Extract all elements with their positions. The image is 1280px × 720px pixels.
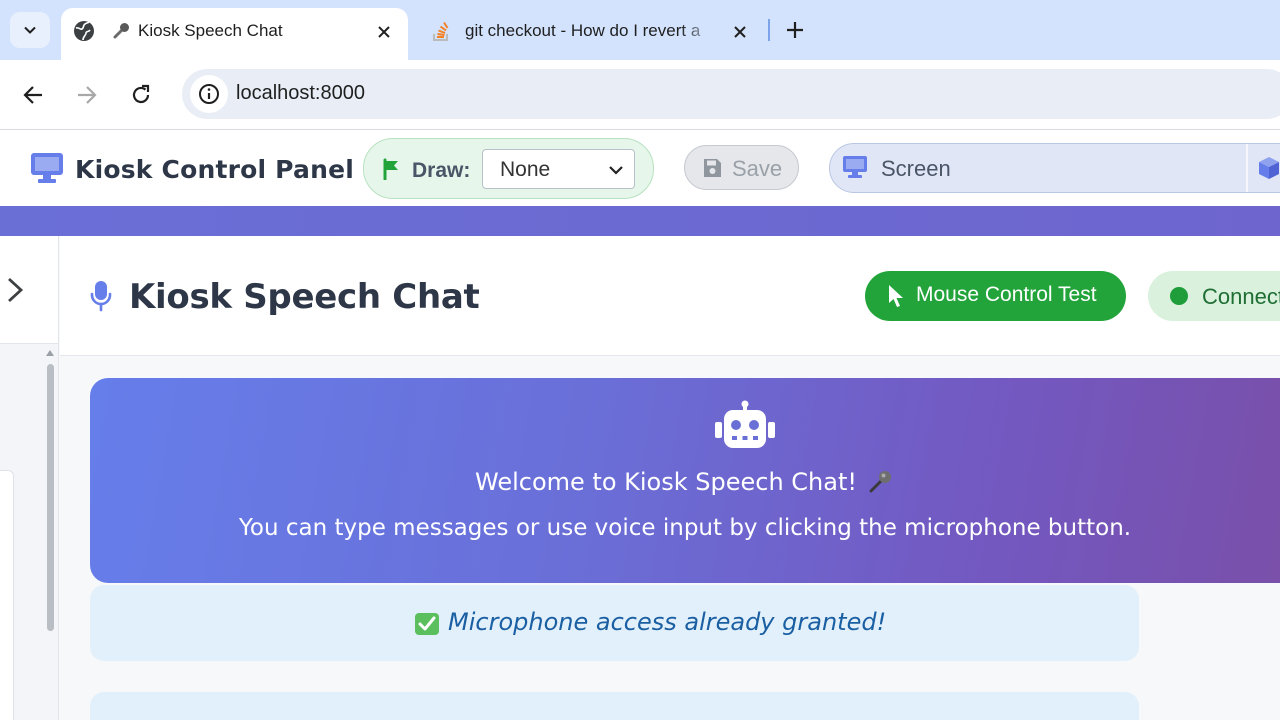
monitor-icon [843,156,867,178]
sidebar-panel [0,470,14,720]
reload-button[interactable] [128,82,154,108]
connection-status-label: Connect [1202,284,1280,309]
back-button[interactable] [20,82,46,108]
chat-main: Kiosk Speech Chat Mouse Control Test Con… [60,236,1280,720]
header-gradient-band [0,206,1280,236]
chat-title: Kiosk Speech Chat [129,277,480,317]
site-info-button[interactable] [190,75,228,113]
welcome-title: Welcome to Kiosk Speech Chat! [90,468,1280,496]
desktop-icon [31,153,63,183]
tab-search-button[interactable] [10,12,50,48]
draw-mode-value: None [500,158,551,181]
mouse-control-test-label: Mouse Control Test [916,283,1097,306]
close-tab-button[interactable] [372,20,396,44]
mouse-control-test-button[interactable]: Mouse Control Test [865,271,1126,321]
save-label: Save [732,156,783,181]
reload-icon [132,84,150,104]
microphone-status-message: Microphone access already granted! [90,585,1139,661]
microphone-status-text: Microphone access already granted! [448,608,887,636]
draw-label: Draw: [412,159,471,182]
robot-icon [715,400,775,448]
arrow-left-icon [23,86,42,104]
chevron-down-icon [609,166,623,175]
tab-separator [768,19,770,41]
tab-kiosk-speech-chat[interactable]: Kiosk Speech Chat [61,8,408,60]
address-bar[interactable]: localhost:8000 [182,69,1280,119]
connection-status-badge: Connect [1148,271,1280,321]
app-header: Kiosk Control Panel Draw: None Save Scre… [0,130,1280,206]
sidebar [0,236,59,720]
arrow-right-icon [78,86,97,104]
microphone-icon [869,471,891,493]
welcome-text: You can type messages or use voice input… [238,515,1132,541]
chevron-down-icon [24,26,36,34]
chat-header: Kiosk Speech Chat Mouse Control Test Con… [60,236,1280,356]
scroll-up-arrow-icon[interactable] [46,350,54,356]
cube-icon[interactable] [1258,156,1280,180]
welcome-message: Welcome to Kiosk Speech Chat! You can ty… [90,378,1280,583]
draw-shape-icon [383,158,398,180]
sidebar-scrollbar[interactable] [43,346,57,720]
welcome-title-text: Welcome to Kiosk Speech Chat! [475,468,857,496]
check-mark-icon [415,613,439,635]
new-tab-button[interactable] [782,17,808,43]
plus-icon [787,22,803,38]
microphone-icon [113,23,129,39]
close-tab-button[interactable] [728,20,752,44]
info-icon [199,84,219,104]
tab-title: Kiosk Speech Chat [138,21,283,40]
floppy-disk-icon [704,159,721,177]
forward-button[interactable] [74,82,100,108]
draw-mode-select[interactable]: None [482,149,635,189]
save-button[interactable]: Save [684,145,799,190]
screen-divider [1246,144,1248,192]
mouse-pointer-icon [889,285,903,307]
tab-title: git checkout - How do I revert a [465,21,701,40]
globe-icon [74,21,94,41]
microphone-icon [90,281,112,312]
app-title: Kiosk Control Panel [75,155,355,184]
sidebar-expand-button[interactable] [0,236,58,344]
status-dot-icon [1170,287,1188,305]
tab-git-checkout[interactable]: git checkout - How do I revert a [418,8,764,52]
chevron-right-icon [8,277,24,302]
close-icon [734,26,746,38]
stack-overflow-icon [433,21,449,41]
screen-label: Screen [881,156,951,181]
browser-tab-strip: Kiosk Speech Chat git checkout - How do … [0,0,1280,60]
close-icon [378,26,390,38]
chat-message-card [90,692,1139,720]
browser-toolbar: localhost:8000 [0,60,1280,130]
address-url: localhost:8000 [236,82,365,104]
draw-control: Draw: None [363,138,654,199]
screen-selector[interactable]: Screen [829,143,1280,193]
scrollbar-thumb[interactable] [47,364,54,631]
